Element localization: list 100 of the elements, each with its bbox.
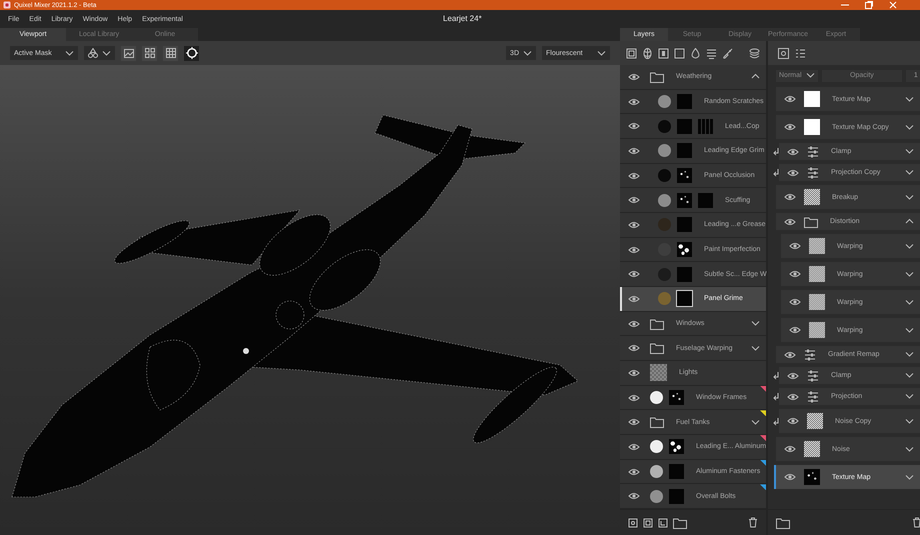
- chevron-down-icon[interactable]: [904, 270, 914, 278]
- add-paint-layer-icon[interactable]: [628, 518, 638, 528]
- chevron-down-icon[interactable]: [523, 50, 532, 56]
- chevron-down-icon[interactable]: [904, 326, 914, 334]
- eye-icon[interactable]: [787, 168, 799, 176]
- eye-icon[interactable]: [628, 172, 640, 180]
- close-icon[interactable]: [888, 0, 898, 10]
- folder-icon: [650, 342, 664, 354]
- clip-arrow-icon: [773, 147, 779, 156]
- grid-button[interactable]: [142, 46, 157, 60]
- eye-icon[interactable]: [628, 320, 640, 328]
- eye-icon[interactable]: [628, 220, 640, 229]
- maximize-icon[interactable]: [864, 0, 874, 10]
- chevron-down-icon[interactable]: [904, 169, 914, 176]
- eye-icon[interactable]: [628, 246, 640, 254]
- mask-target-icon[interactable]: [778, 48, 789, 58]
- drop-icon[interactable]: [690, 48, 701, 58]
- square-icon[interactable]: [674, 48, 685, 58]
- chevron-down-icon[interactable]: [751, 320, 760, 328]
- add-mask-icon[interactable]: [658, 518, 668, 528]
- eye-icon[interactable]: [789, 326, 801, 334]
- chevron-down-icon[interactable]: [904, 372, 914, 379]
- mask-thumbnail: [677, 217, 692, 232]
- eye-icon[interactable]: [784, 95, 796, 103]
- eye-icon[interactable]: [784, 445, 796, 453]
- chevron-up-icon[interactable]: [904, 218, 914, 225]
- brush-icon[interactable]: [722, 48, 733, 58]
- eye-icon[interactable]: [628, 196, 640, 204]
- speckle-thumbnail: [804, 469, 820, 485]
- blank-thumbnail: [804, 119, 820, 135]
- chevron-down-icon[interactable]: [904, 474, 914, 480]
- target-button[interactable]: [184, 46, 199, 60]
- app-logo-icon: [3, 1, 11, 9]
- eye-icon[interactable]: [628, 442, 640, 451]
- chevron-down-icon[interactable]: [904, 351, 914, 358]
- pattern-thumbnail: [698, 118, 713, 134]
- eye-icon[interactable]: [787, 148, 799, 156]
- chevron-down-icon[interactable]: [904, 418, 914, 424]
- chevron-down-icon[interactable]: [65, 50, 74, 56]
- chevron-down-icon[interactable]: [751, 344, 760, 352]
- eye-icon[interactable]: [784, 193, 796, 201]
- eye-icon[interactable]: [784, 218, 796, 226]
- eye-icon[interactable]: [628, 72, 640, 81]
- chevron-down-icon[interactable]: [102, 50, 111, 56]
- eye-icon[interactable]: [789, 270, 801, 278]
- eye-icon[interactable]: [628, 294, 640, 303]
- eye-icon[interactable]: [784, 473, 796, 481]
- mask-thumbnail: [677, 291, 692, 306]
- image-button[interactable]: [121, 46, 136, 60]
- chevron-down-icon[interactable]: [904, 96, 914, 102]
- folder-icon[interactable]: [673, 516, 687, 528]
- sliders-icon: [807, 166, 819, 178]
- noise-thumbnail: [807, 413, 823, 429]
- grid-button[interactable]: [163, 46, 178, 60]
- eye-icon[interactable]: [628, 270, 640, 278]
- material-icon[interactable]: [642, 48, 653, 58]
- chevron-down-icon[interactable]: [904, 124, 914, 130]
- delete-icon[interactable]: [748, 517, 758, 528]
- checklist-icon[interactable]: [795, 48, 806, 58]
- chevron-up-icon[interactable]: [751, 73, 760, 80]
- eye-icon[interactable]: [628, 344, 640, 352]
- eye-icon[interactable]: [787, 372, 799, 380]
- eye-icon[interactable]: [784, 350, 796, 358]
- delete-icon[interactable]: [912, 517, 920, 528]
- eye-icon[interactable]: [628, 122, 640, 130]
- four-squares-icon: [144, 48, 154, 58]
- folder-icon: [650, 416, 664, 428]
- eye-icon[interactable]: [628, 468, 640, 476]
- mask-thumbnail: [698, 192, 713, 208]
- eye-icon[interactable]: [628, 492, 640, 500]
- eye-icon[interactable]: [787, 392, 799, 400]
- chevron-down-icon[interactable]: [904, 298, 914, 306]
- noise-thumbnail: [804, 441, 820, 457]
- eye-icon[interactable]: [628, 418, 640, 426]
- eye-icon[interactable]: [628, 98, 640, 106]
- chevron-down-icon[interactable]: [904, 194, 914, 200]
- add-fill-layer-icon[interactable]: [643, 518, 653, 528]
- noise-thumbnail: [809, 294, 825, 310]
- eye-icon[interactable]: [628, 368, 640, 377]
- eye-icon[interactable]: [787, 417, 799, 425]
- target-icon: [186, 47, 198, 59]
- chevron-down-icon[interactable]: [904, 148, 914, 155]
- eye-icon[interactable]: [789, 242, 801, 250]
- paint-layer-icon[interactable]: [626, 48, 637, 58]
- sliders-icon: [807, 370, 819, 382]
- chevron-down-icon[interactable]: [806, 72, 815, 79]
- stack-icon[interactable]: [749, 48, 760, 58]
- shapes-dropdown[interactable]: [84, 46, 115, 60]
- eye-icon[interactable]: [789, 298, 801, 306]
- chevron-down-icon[interactable]: [904, 446, 914, 452]
- eye-icon[interactable]: [628, 394, 640, 402]
- chevron-down-icon[interactable]: [751, 418, 760, 426]
- folder-icon[interactable]: [776, 516, 790, 528]
- fill-layer-icon[interactable]: [658, 48, 669, 58]
- layers-icon[interactable]: [706, 48, 717, 58]
- eye-icon[interactable]: [784, 123, 796, 131]
- chevron-down-icon[interactable]: [597, 50, 606, 56]
- chevron-down-icon[interactable]: [904, 242, 914, 250]
- eye-icon[interactable]: [628, 146, 640, 155]
- chevron-down-icon[interactable]: [904, 393, 914, 400]
